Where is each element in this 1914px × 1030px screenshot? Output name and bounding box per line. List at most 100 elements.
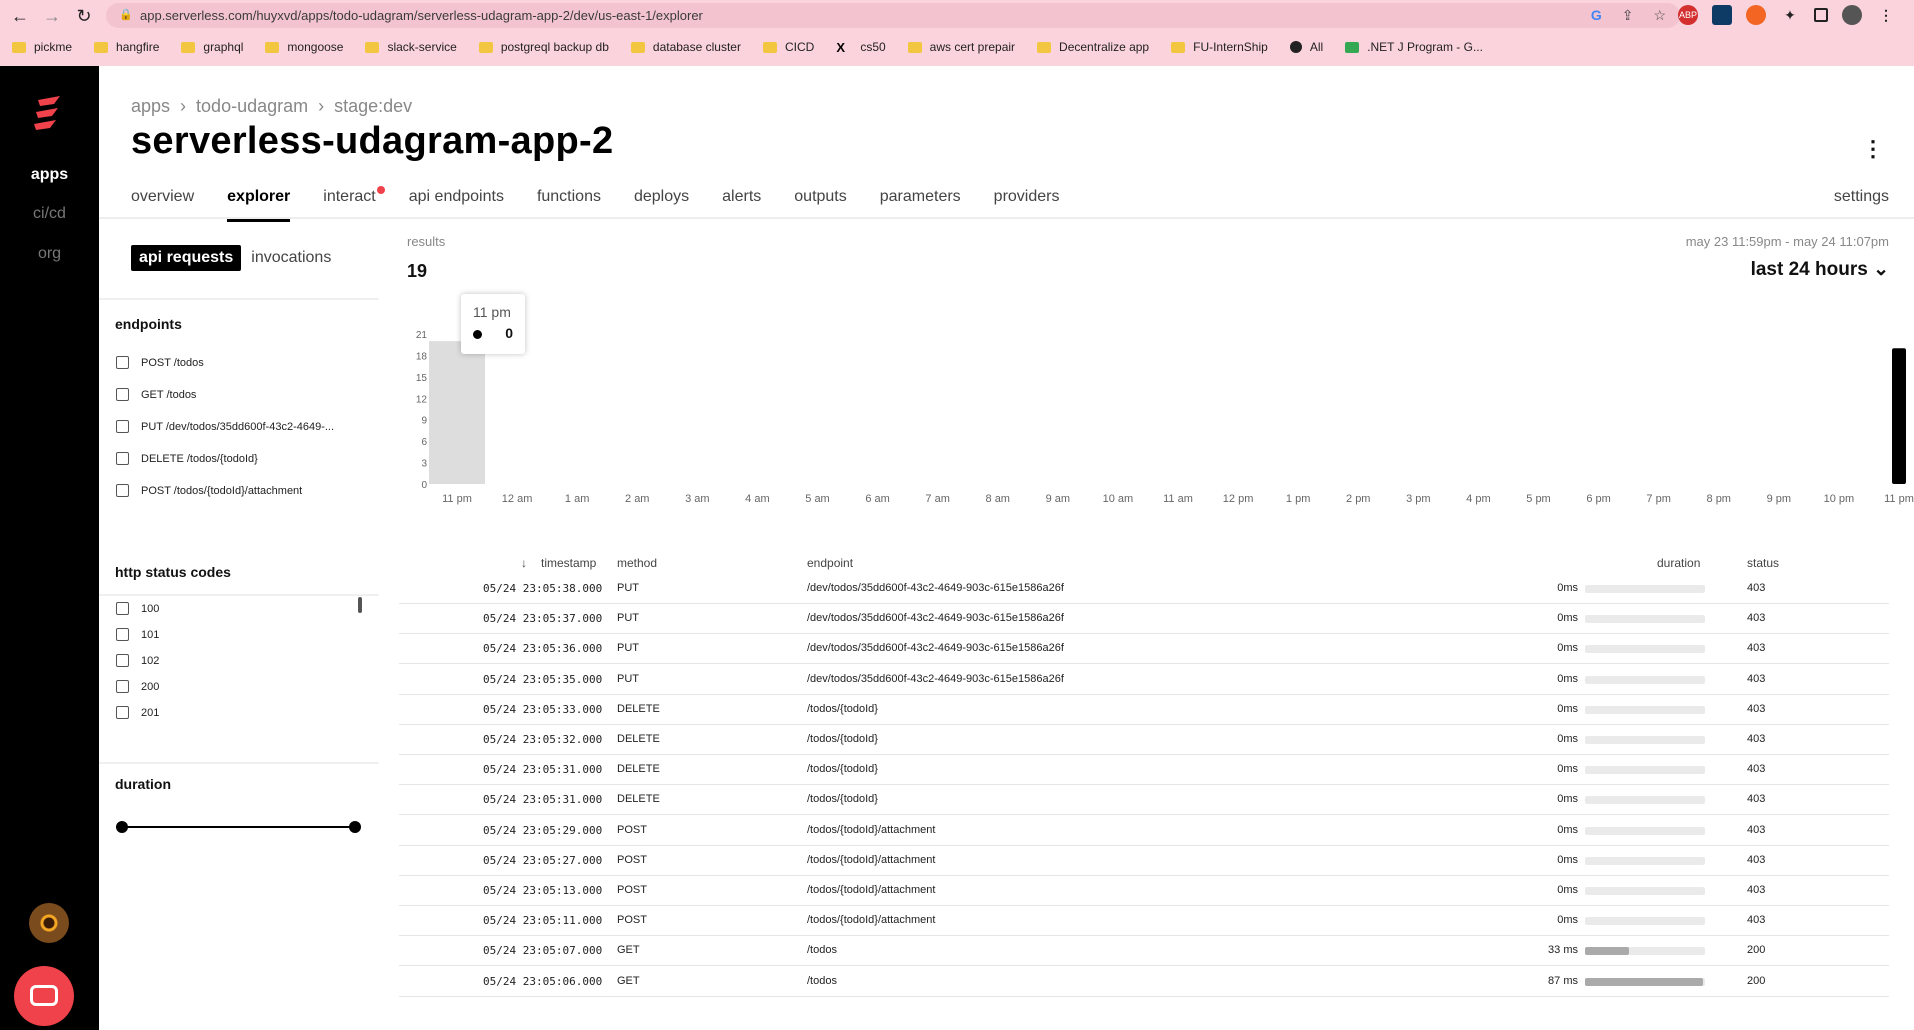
bookmark-item[interactable]: aws cert prepair <box>907 36 1015 58</box>
sidepanel-icon[interactable] <box>1814 8 1828 22</box>
table-row[interactable]: 05/24 23:05:11.000 POST/todos/{todoId}/at… <box>399 906 1889 937</box>
tab-functions[interactable]: functions <box>537 188 601 218</box>
table-row[interactable]: 05/24 23:05:33.000 DELETE/todos/{todoId} 0… <box>399 695 1889 725</box>
table-row[interactable]: 05/24 23:05:36.000 PUT/dev/todos/35dd600f… <box>399 634 1889 665</box>
tab-settings[interactable]: settings <box>1834 188 1889 206</box>
folder-icon <box>181 41 196 53</box>
duration-slider[interactable] <box>121 826 354 828</box>
extension-icon[interactable] <box>1712 5 1732 25</box>
bookmark-item[interactable]: .NET J Program - G... <box>1345 36 1483 58</box>
checkbox[interactable] <box>116 706 129 719</box>
checkbox[interactable] <box>116 680 129 693</box>
bookmark-item[interactable]: hangfire <box>94 36 159 58</box>
tab-explorer[interactable]: explorer <box>227 188 291 222</box>
tab-providers[interactable]: providers <box>994 188 1060 218</box>
sort-down-icon[interactable]: ↓ <box>521 556 527 570</box>
invocations-toggle[interactable]: invocations <box>251 245 331 271</box>
table-row[interactable]: 05/24 23:05:29.000 POST/todos/{todoId}/at… <box>399 816 1889 846</box>
status-filter[interactable]: 101 <box>116 628 376 641</box>
serverless-logo-icon[interactable] <box>30 92 68 132</box>
checkbox[interactable] <box>116 388 129 401</box>
bookmark-star-icon[interactable]: ☆ <box>1653 3 1666 28</box>
endpoint-filter[interactable]: POST /todos/{todoId}/attachment <box>116 484 376 497</box>
checkbox[interactable] <box>116 602 129 615</box>
profile-icon[interactable] <box>1842 5 1862 25</box>
hover-highlight[interactable] <box>429 341 485 484</box>
slider-min-handle[interactable] <box>116 821 128 833</box>
header-method[interactable]: method <box>617 556 657 570</box>
sidebar-item-apps[interactable]: apps <box>0 166 99 184</box>
tab-alerts[interactable]: alerts <box>722 188 761 218</box>
scrollbar[interactable] <box>358 597 362 613</box>
table-row[interactable]: 05/24 23:05:13.000 POST/todos/{todoId}/at… <box>399 876 1889 906</box>
menu-icon[interactable]: ⋮ <box>1876 5 1896 25</box>
table-row[interactable]: 05/24 23:05:37.000 PUT/dev/todos/35dd600f… <box>399 604 1889 635</box>
status-filter[interactable]: 102 <box>116 654 376 667</box>
tab-parameters[interactable]: parameters <box>880 188 961 218</box>
bookmark-item[interactable]: Decentralize app <box>1037 36 1149 58</box>
slider-max-handle[interactable] <box>349 821 361 833</box>
bookmark-item[interactable]: Xcs50 <box>836 36 885 58</box>
header-timestamp[interactable]: timestamp <box>541 556 596 570</box>
api-requests-toggle[interactable]: api requests <box>131 245 242 271</box>
table-row[interactable]: 05/24 23:05:27.000 POST/todos/{todoId}/at… <box>399 846 1889 876</box>
endpoint-filter[interactable]: GET /todos <box>116 388 376 401</box>
sidebar-item-cicd[interactable]: ci/cd <box>0 205 99 223</box>
table-row[interactable]: 05/24 23:05:31.000 DELETE/todos/{todoId} 0… <box>399 755 1889 786</box>
table-row[interactable]: 05/24 23:05:07.000 GET/todos 33 ms 200 <box>399 936 1889 967</box>
bookmark-item[interactable]: pickme <box>12 36 72 58</box>
google-icon[interactable]: G <box>1591 3 1602 28</box>
checkbox[interactable] <box>116 452 129 465</box>
status-filter[interactable]: 201 <box>116 706 376 719</box>
table-row[interactable]: 05/24 23:05:31.000 DELETE/todos/{todoId} 0… <box>399 785 1889 816</box>
bookmark-item[interactable]: postgreql backup db <box>478 36 609 58</box>
bookmark-item[interactable]: mongoose <box>265 36 343 58</box>
tab-outputs[interactable]: outputs <box>794 188 846 218</box>
bookmark-item[interactable]: slack-service <box>365 36 457 58</box>
bookmark-item[interactable]: FU-InternShip <box>1171 36 1268 58</box>
breadcrumb-app[interactable]: todo-udagram <box>196 96 308 117</box>
address-bar[interactable]: 🔒 app.serverless.com/huyxvd/apps/todo-ud… <box>106 3 1680 28</box>
checkbox[interactable] <box>116 356 129 369</box>
table-row[interactable]: 05/24 23:05:32.000 DELETE/todos/{todoId} 0… <box>399 725 1889 755</box>
tab-deploys[interactable]: deploys <box>634 188 689 218</box>
bookmark-item[interactable]: CICD <box>762 36 814 58</box>
sidebar-item-org[interactable]: org <box>0 245 99 263</box>
checkbox[interactable] <box>116 484 129 497</box>
avatar[interactable] <box>29 903 69 943</box>
chat-button[interactable] <box>14 966 74 1026</box>
reload-icon[interactable]: ↻ <box>72 4 96 28</box>
period-dropdown[interactable]: last 24 hours ⌄ <box>1751 258 1889 281</box>
table-row[interactable]: 05/24 23:05:06.000 GET/todos 87 ms 200 <box>399 967 1889 997</box>
share-icon[interactable]: ⇪ <box>1622 3 1634 28</box>
endpoint-filter[interactable]: DELETE /todos/{todoId} <box>116 452 376 465</box>
back-icon[interactable]: ← <box>8 4 32 28</box>
checkbox[interactable] <box>116 654 129 667</box>
endpoint-filter[interactable]: POST /todos <box>116 356 376 369</box>
checkbox[interactable] <box>116 420 129 433</box>
bookmark-item[interactable]: graphql <box>181 36 243 58</box>
more-options-icon[interactable]: ⋮ <box>1862 136 1884 162</box>
breadcrumb-apps[interactable]: apps <box>131 96 170 117</box>
header-duration[interactable]: duration <box>1657 556 1700 570</box>
header-status[interactable]: status <box>1747 556 1779 570</box>
breadcrumb-stage[interactable]: stage:dev <box>334 96 412 117</box>
endpoint-filter[interactable]: PUT /dev/todos/35dd600f-43c2-4649-... <box>116 420 376 433</box>
table-row[interactable]: 05/24 23:05:35.000 PUT/dev/todos/35dd600f… <box>399 665 1889 695</box>
chart-bar[interactable] <box>1892 348 1906 484</box>
extension-icon[interactable] <box>1746 5 1766 25</box>
status-filter[interactable]: 200 <box>116 680 376 693</box>
tab-overview[interactable]: overview <box>131 188 194 218</box>
tab-api-endpoints[interactable]: api endpoints <box>409 188 504 218</box>
cell-method: POST <box>617 884 647 896</box>
tab-interact[interactable]: interact <box>323 186 385 218</box>
puzzle-icon[interactable]: ✦ <box>1780 5 1800 25</box>
forward-icon[interactable]: → <box>40 4 64 28</box>
header-endpoint[interactable]: endpoint <box>807 556 853 570</box>
table-row[interactable]: 05/24 23:05:38.000 PUT/dev/todos/35dd600f… <box>399 574 1889 604</box>
checkbox[interactable] <box>116 628 129 641</box>
bookmark-item[interactable]: database cluster <box>630 36 741 58</box>
status-filter[interactable]: 100 <box>116 602 376 615</box>
bookmark-item[interactable]: All <box>1289 36 1323 58</box>
adblock-icon[interactable]: ABP <box>1678 5 1698 25</box>
